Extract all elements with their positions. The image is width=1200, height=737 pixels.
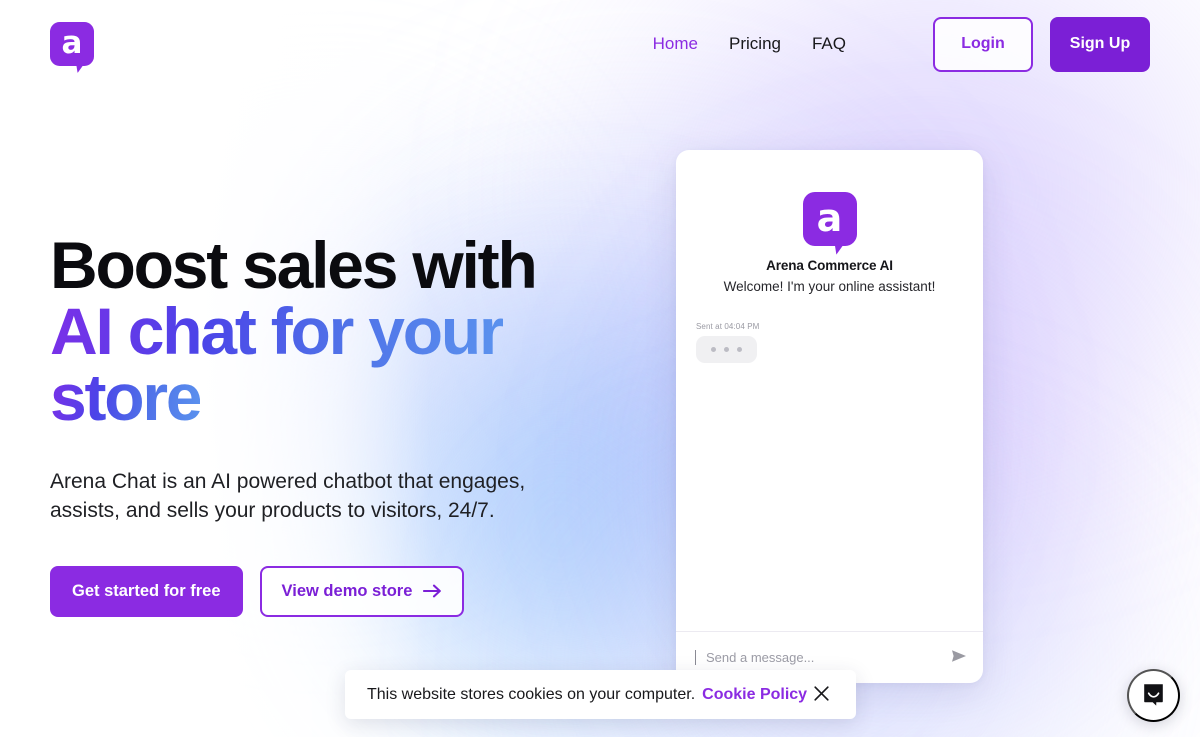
chat-message-timestamp: Sent at 04:04 PM	[696, 322, 760, 331]
nav-item-home[interactable]: Home	[653, 34, 698, 54]
typing-dot	[724, 347, 729, 352]
text-cursor	[695, 650, 696, 665]
nav-item-faq[interactable]: FAQ	[812, 34, 846, 54]
typing-dot	[737, 347, 742, 352]
close-icon	[813, 685, 830, 705]
login-button[interactable]: Login	[933, 16, 1033, 72]
view-demo-store-label: View demo store	[281, 581, 413, 600]
arena-logo-icon[interactable]: a	[50, 22, 94, 74]
cookie-banner: This website stores cookies on your comp…	[345, 670, 856, 719]
chat-widget-body: a Arena Commerce AI Welcome! I'm your on…	[676, 150, 983, 631]
chat-widget-intro: a Arena Commerce AI Welcome! I'm your on…	[696, 192, 963, 294]
view-demo-store-button[interactable]: View demo store	[259, 565, 465, 617]
logo-square: a	[50, 22, 94, 66]
chat-launcher-button[interactable]	[1127, 669, 1180, 722]
logo-tail	[833, 238, 848, 255]
cookie-banner-message: This website stores cookies on your comp…	[367, 685, 696, 703]
send-icon	[950, 648, 968, 667]
site-header: a Home Pricing FAQ Login Sign Up	[0, 0, 1200, 88]
typing-dot	[711, 347, 716, 352]
chat-welcome-message: Welcome! I'm your online assistant!	[723, 279, 936, 294]
chat-widget: a Arena Commerce AI Welcome! I'm your on…	[676, 150, 983, 683]
nav-item-pricing[interactable]: Pricing	[729, 34, 781, 54]
logo-tail	[75, 59, 87, 74]
logo-square: a	[802, 192, 857, 246]
get-started-button[interactable]: Get started for free	[50, 565, 243, 617]
hero-subtitle: Arena Chat is an AI powered chatbot that…	[50, 470, 526, 522]
cookie-policy-link[interactable]: Cookie Policy	[702, 686, 807, 704]
send-button[interactable]	[950, 648, 968, 667]
arena-logo-icon: a	[802, 192, 857, 255]
hero-title-line-1: Boost sales with	[50, 228, 538, 302]
hero-title-line-2: AI chat for your	[50, 294, 505, 368]
logo-glyph: a	[816, 195, 843, 240]
chat-message-thread: Sent at 04:04 PM	[696, 322, 963, 363]
logo-glyph: a	[61, 24, 83, 61]
hero-title-line-3: store	[50, 360, 203, 434]
hero-cta-row: Get started for free View demo store	[50, 565, 610, 617]
hero-section: Boost sales with AI chat for your store …	[50, 232, 610, 617]
main-nav: Home Pricing FAQ Login Sign Up	[653, 16, 1150, 72]
cookie-banner-close-button[interactable]	[809, 681, 834, 709]
typing-indicator	[696, 336, 757, 363]
chat-bot-name: Arena Commerce AI	[766, 258, 893, 273]
signup-button[interactable]: Sign Up	[1050, 16, 1150, 72]
arrow-right-icon	[423, 583, 442, 599]
auth-button-group: Login Sign Up	[933, 16, 1150, 72]
message-input[interactable]	[706, 650, 940, 665]
hero-title: Boost sales with AI chat for your store	[50, 232, 610, 430]
chat-bubble-icon	[1141, 682, 1166, 710]
